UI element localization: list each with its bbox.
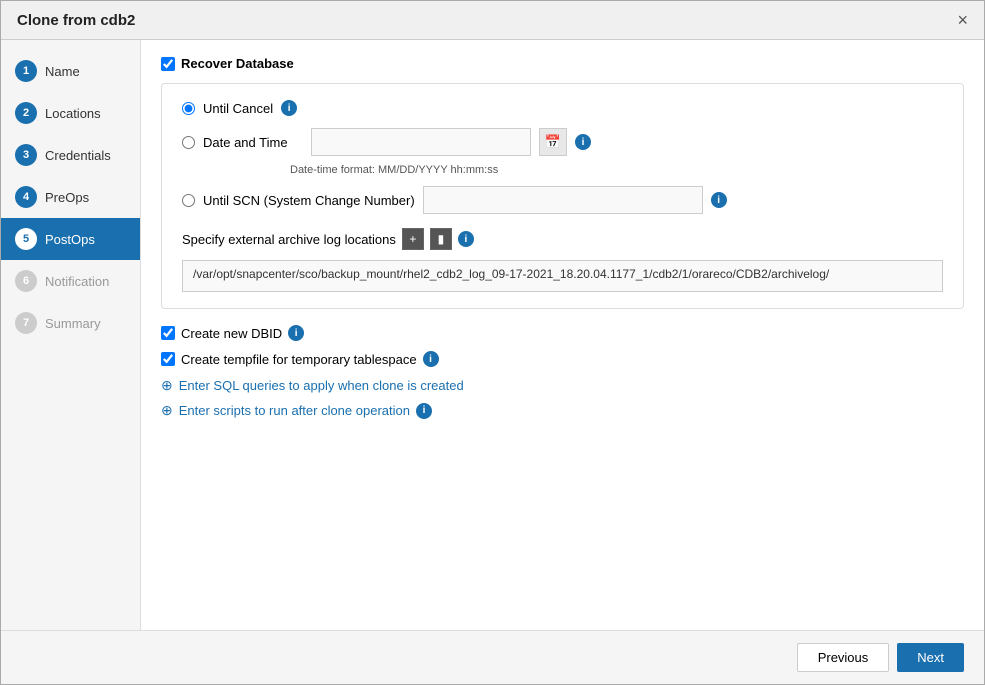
previous-button[interactable]: Previous bbox=[797, 643, 890, 672]
sidebar-item-summary[interactable]: 7 Summary bbox=[1, 302, 140, 344]
scripts-info-icon[interactable]: i bbox=[416, 403, 432, 419]
archive-log-row: Specify external archive log locations +… bbox=[182, 228, 943, 250]
clone-dialog: Clone from cdb2 × 1 Name 2 Locations 3 C… bbox=[0, 0, 985, 685]
archive-remove-button[interactable]: ▮ bbox=[430, 228, 452, 250]
dialog-body: 1 Name 2 Locations 3 Credentials 4 PreOp… bbox=[1, 40, 984, 630]
create-tempfile-label: Create tempfile for temporary tablespace bbox=[181, 352, 417, 367]
sql-queries-row: ⊕ Enter SQL queries to apply when clone … bbox=[161, 377, 964, 394]
sidebar-label-credentials: Credentials bbox=[45, 148, 111, 163]
archive-add-button[interactable]: + bbox=[402, 228, 424, 250]
until-cancel-label: Until Cancel bbox=[203, 101, 273, 116]
scripts-expand-icon: ⊕ bbox=[161, 402, 173, 419]
scn-info-icon[interactable]: i bbox=[711, 192, 727, 208]
calendar-button[interactable]: 📅 bbox=[539, 128, 567, 156]
until-cancel-radio[interactable] bbox=[182, 102, 195, 115]
date-time-row: Date and Time 📅 i bbox=[182, 128, 943, 156]
dialog-title: Clone from cdb2 bbox=[17, 12, 135, 29]
sidebar-item-postops[interactable]: 5 PostOps bbox=[1, 218, 140, 260]
create-tempfile-row: Create tempfile for temporary tablespace… bbox=[161, 351, 964, 367]
step-circle-6: 6 bbox=[15, 270, 37, 292]
create-dbid-checkbox[interactable] bbox=[161, 326, 175, 340]
create-tempfile-checkbox[interactable] bbox=[161, 352, 175, 366]
scn-row: Until SCN (System Change Number) i bbox=[182, 186, 943, 214]
sidebar-item-preops[interactable]: 4 PreOps bbox=[1, 176, 140, 218]
sidebar-label-preops: PreOps bbox=[45, 190, 89, 205]
step-circle-1: 1 bbox=[15, 60, 37, 82]
step-circle-5: 5 bbox=[15, 228, 37, 250]
scripts-link[interactable]: Enter scripts to run after clone operati… bbox=[179, 403, 410, 418]
sidebar-item-credentials[interactable]: 3 Credentials bbox=[1, 134, 140, 176]
sidebar: 1 Name 2 Locations 3 Credentials 4 PreOp… bbox=[1, 40, 141, 630]
sidebar-label-name: Name bbox=[45, 64, 80, 79]
create-dbid-info-icon[interactable]: i bbox=[288, 325, 304, 341]
dialog-header: Clone from cdb2 × bbox=[1, 1, 984, 40]
close-button[interactable]: × bbox=[957, 11, 968, 29]
recovery-options-panel: Until Cancel i Date and Time 📅 i Date-ti… bbox=[161, 83, 964, 309]
sidebar-label-locations: Locations bbox=[45, 106, 101, 121]
date-time-info-icon[interactable]: i bbox=[575, 134, 591, 150]
until-cancel-row: Until Cancel i bbox=[182, 100, 943, 116]
until-cancel-info-icon[interactable]: i bbox=[281, 100, 297, 116]
create-dbid-row: Create new DBID i bbox=[161, 325, 964, 341]
create-tempfile-info-icon[interactable]: i bbox=[423, 351, 439, 367]
step-circle-4: 4 bbox=[15, 186, 37, 208]
date-time-input[interactable] bbox=[311, 128, 531, 156]
archive-info-icon[interactable]: i bbox=[458, 231, 474, 247]
sidebar-label-postops: PostOps bbox=[45, 232, 95, 247]
date-time-label: Date and Time bbox=[203, 135, 303, 150]
sidebar-item-name[interactable]: 1 Name bbox=[1, 50, 140, 92]
recover-db-label: Recover Database bbox=[181, 56, 294, 71]
scripts-row: ⊕ Enter scripts to run after clone opera… bbox=[161, 402, 964, 419]
until-scn-label: Until SCN (System Change Number) bbox=[203, 193, 415, 208]
sql-queries-link[interactable]: Enter SQL queries to apply when clone is… bbox=[179, 378, 464, 393]
recover-db-row: Recover Database bbox=[161, 56, 964, 71]
next-button[interactable]: Next bbox=[897, 643, 964, 672]
recover-db-checkbox[interactable] bbox=[161, 57, 175, 71]
sidebar-item-locations[interactable]: 2 Locations bbox=[1, 92, 140, 134]
archive-path-display: /var/opt/snapcenter/sco/backup_mount/rhe… bbox=[182, 260, 943, 292]
create-dbid-label: Create new DBID bbox=[181, 326, 282, 341]
sidebar-label-summary: Summary bbox=[45, 316, 101, 331]
scn-input[interactable] bbox=[423, 186, 703, 214]
date-time-radio[interactable] bbox=[182, 136, 195, 149]
date-format-hint: Date-time format: MM/DD/YYYY hh:mm:ss bbox=[290, 164, 943, 176]
sidebar-label-notification: Notification bbox=[45, 274, 109, 289]
step-circle-7: 7 bbox=[15, 312, 37, 334]
step-circle-3: 3 bbox=[15, 144, 37, 166]
dialog-footer: Previous Next bbox=[1, 630, 984, 684]
sidebar-item-notification[interactable]: 6 Notification bbox=[1, 260, 140, 302]
step-circle-2: 2 bbox=[15, 102, 37, 124]
until-scn-radio[interactable] bbox=[182, 194, 195, 207]
archive-log-label: Specify external archive log locations bbox=[182, 232, 396, 247]
sql-queries-expand-icon: ⊕ bbox=[161, 377, 173, 394]
main-content: Recover Database Until Cancel i Date and… bbox=[141, 40, 984, 630]
